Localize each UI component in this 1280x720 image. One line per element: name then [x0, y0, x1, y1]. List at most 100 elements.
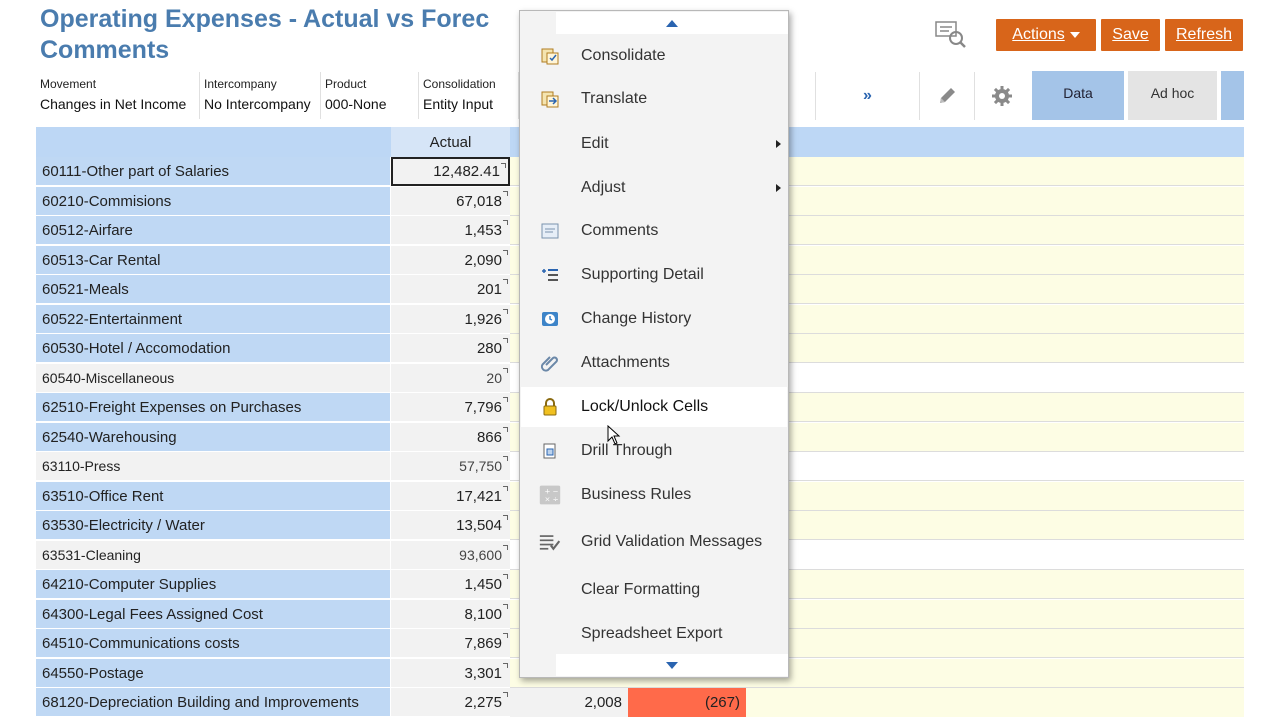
supporting-detail-icon [539, 264, 561, 286]
menu-item-spreadsheet-export[interactable]: Spreadsheet Export [521, 614, 787, 654]
row-account-label[interactable]: 64300-Legal Fees Assigned Cost [36, 600, 390, 629]
actions-label: Actions [1012, 26, 1065, 43]
search-members-icon[interactable] [934, 20, 968, 50]
menu-item-consolidate[interactable]: Consolidate [521, 36, 787, 76]
menu-item-label: Lock/Unlock Cells [581, 398, 709, 415]
tab-overflow[interactable] [1221, 71, 1244, 120]
actual-value-cell[interactable]: 7,869 [391, 629, 510, 658]
validation-icon [539, 531, 561, 553]
row-account-label[interactable]: 64550-Postage [36, 659, 390, 688]
actions-button[interactable]: Actions [996, 19, 1096, 51]
edit-pencil-icon[interactable] [919, 72, 974, 120]
tab-data[interactable]: Data [1032, 71, 1124, 120]
row-account-label[interactable]: 63530-Electricity / Water [36, 511, 390, 540]
page-title-line-1: Operating Expenses - Actual vs Forec [40, 5, 490, 33]
pov-intercompany[interactable]: Intercompany No Intercompany [200, 72, 321, 119]
pov-label: Consolidation [423, 77, 496, 91]
actual-value-cell[interactable]: 2,090 [391, 246, 510, 275]
pov-product[interactable]: Product 000-None [321, 72, 419, 119]
table-row: 68120-Depreciation Building and Improvem… [36, 688, 1244, 717]
actual-value-cell[interactable]: 17,421 [391, 482, 510, 511]
menu-item-label: Drill Through [581, 442, 673, 459]
menu-item-label: Attachments [581, 354, 670, 371]
forecast-value-cell[interactable]: 2,008 [510, 688, 628, 717]
actual-value-cell[interactable]: 280 [391, 334, 510, 363]
row-account-label[interactable]: 63531-Cleaning [36, 541, 390, 570]
menu-item-label: Edit [581, 135, 609, 152]
pov-value: Entity Input [423, 96, 494, 112]
calculator-icon: + − × ÷ [539, 484, 561, 506]
menu-scroll-up-button[interactable] [556, 12, 788, 34]
row-account-label[interactable]: 60111-Other part of Salaries [36, 157, 390, 186]
menu-item-comments[interactable]: Comments [521, 211, 787, 251]
row-account-label[interactable]: 60530-Hotel / Accomodation [36, 334, 390, 363]
actual-value-cell[interactable]: 3,301 [391, 659, 510, 688]
comment-input-cell[interactable] [746, 688, 1244, 717]
tab-adhoc[interactable]: Ad hoc [1128, 71, 1217, 120]
row-account-label[interactable]: 68120-Depreciation Building and Improvem… [36, 688, 390, 717]
actual-value-cell[interactable]: 7,796 [391, 393, 510, 422]
row-account-label[interactable]: 64510-Communications costs [36, 629, 390, 658]
column-header-actual[interactable]: Actual [391, 127, 510, 157]
row-account-label[interactable]: 62510-Freight Expenses on Purchases [36, 393, 390, 422]
context-menu: Consolidate Translate Edit Adjust Comments Su… [519, 10, 789, 678]
actual-value-cell[interactable]: 201 [391, 275, 510, 304]
row-account-label[interactable]: 60513-Car Rental [36, 246, 390, 275]
menu-item-grid-validation-messages[interactable]: Grid Validation Messages [521, 522, 787, 562]
menu-item-clear-formatting[interactable]: Clear Formatting [521, 570, 787, 610]
menu-item-label: Supporting Detail [581, 266, 704, 283]
actual-value-cell[interactable]: 57,750 [391, 452, 510, 481]
menu-scroll-down-button[interactable] [556, 654, 788, 676]
triangle-down-icon [666, 661, 678, 669]
row-account-label[interactable]: 60512-Airfare [36, 216, 390, 245]
row-account-label[interactable]: 60522-Entertainment [36, 305, 390, 334]
refresh-button[interactable]: Refresh [1165, 19, 1243, 51]
menu-item-drill-through[interactable]: Drill Through [521, 431, 787, 471]
row-account-label[interactable]: 60540-Miscellaneous [36, 364, 390, 393]
save-button[interactable]: Save [1101, 19, 1160, 51]
drill-through-icon [539, 440, 561, 462]
consolidate-icon [539, 45, 561, 67]
actual-value-cell[interactable]: 67,018 [391, 187, 510, 216]
pov-consolidation[interactable]: Consolidation Entity Input [419, 72, 519, 119]
actual-value-cell[interactable]: 12,482.41 [391, 157, 510, 186]
menu-item-attachments[interactable]: Attachments [521, 343, 787, 383]
actual-value-cell[interactable]: 8,100 [391, 600, 510, 629]
actual-value-cell[interactable]: 866 [391, 423, 510, 452]
actual-value-cell[interactable]: 1,926 [391, 305, 510, 334]
row-account-label[interactable]: 62540-Warehousing [36, 423, 390, 452]
row-account-label[interactable]: 63510-Office Rent [36, 482, 390, 511]
menu-item-business-rules[interactable]: + − × ÷ Business Rules [521, 475, 787, 515]
menu-item-change-history[interactable]: Change History [521, 299, 787, 339]
actual-value-cell[interactable]: 1,450 [391, 570, 510, 599]
variance-value-cell[interactable]: (267) [628, 688, 746, 717]
caret-down-icon [1069, 32, 1080, 38]
pov-value: 000-None [325, 96, 387, 112]
menu-item-supporting-detail[interactable]: Supporting Detail [521, 255, 787, 295]
row-account-label[interactable]: 64210-Computer Supplies [36, 570, 390, 599]
page-title: Operating Expenses - Actual vs Forec Com… [40, 4, 489, 66]
actual-value-cell[interactable]: 13,504 [391, 511, 510, 540]
menu-item-label: Grid Validation Messages [581, 533, 763, 550]
menu-item-label: Comments [581, 222, 659, 239]
mouse-pointer-icon [607, 424, 621, 445]
triangle-up-icon [666, 19, 678, 27]
row-account-label[interactable]: 60210-Commisions [36, 187, 390, 216]
translate-icon [539, 88, 561, 110]
actual-value-cell[interactable]: 93,600 [391, 541, 510, 570]
menu-item-translate[interactable]: Translate [521, 79, 787, 119]
gear-icon[interactable] [974, 72, 1028, 120]
app-page: Operating Expenses - Actual vs Forec Com… [0, 0, 1280, 720]
row-account-label[interactable]: 63110-Press [36, 452, 390, 481]
row-account-label[interactable]: 60521-Meals [36, 275, 390, 304]
actual-value-cell[interactable]: 1,453 [391, 216, 510, 245]
menu-item-edit[interactable]: Edit [521, 124, 787, 164]
actual-value-cell[interactable]: 20 [391, 364, 510, 393]
more-pov-button[interactable]: » [815, 72, 919, 120]
pov-label: Movement [40, 77, 97, 91]
pov-movement[interactable]: Movement Changes in Net Income [36, 72, 200, 119]
pov-value: No Intercompany [204, 96, 311, 112]
actual-value-cell[interactable]: 2,275 [391, 688, 510, 717]
menu-item-adjust[interactable]: Adjust [521, 168, 787, 208]
menu-item-lock-unlock-cells[interactable]: Lock/Unlock Cells [521, 387, 787, 427]
